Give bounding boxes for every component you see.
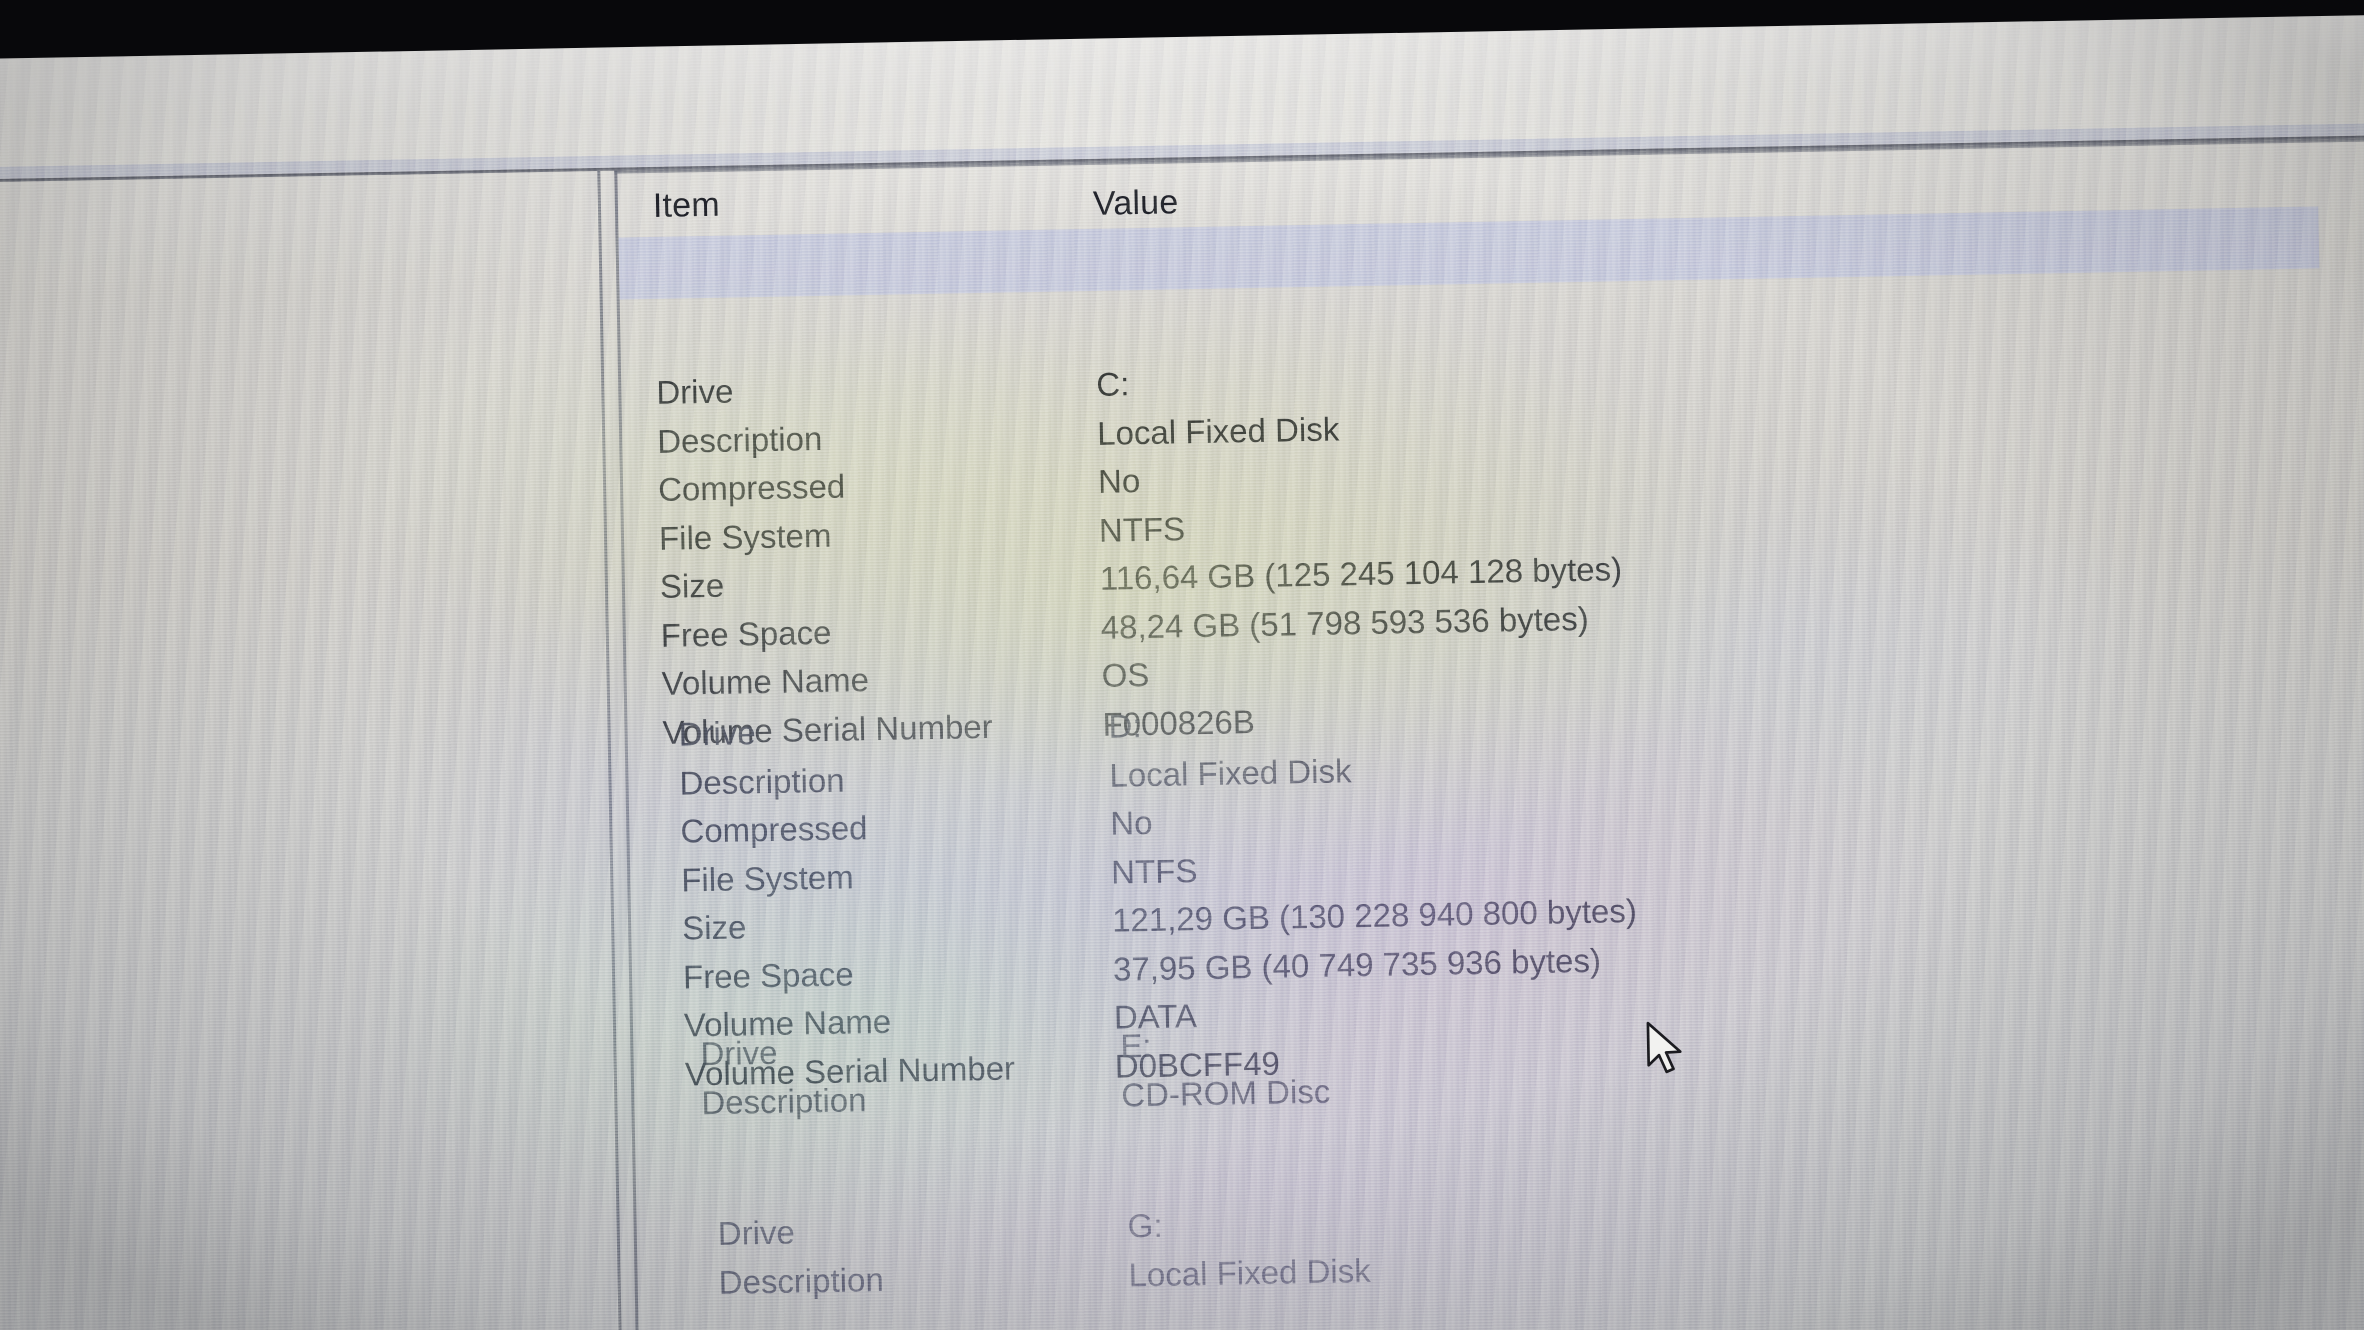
photographed-monitor: Item Value Drive C: Description Local Fixed… <box>0 0 2364 1330</box>
row-value: 37,95 GB (40 749 735 936 bytes) <box>1112 941 1602 988</box>
row-item-label: Compressed <box>657 467 846 508</box>
row-value: No <box>1097 462 1141 500</box>
row-value: G: <box>1127 1206 1163 1245</box>
row-value: NTFS <box>1098 509 1186 549</box>
row-item-label: Size <box>659 566 725 605</box>
row-value: CD-ROM Disc <box>1120 1072 1331 1114</box>
row-value: 48,24 GB (51 798 593 536 bytes) <box>1100 599 1590 646</box>
row-value: No <box>1109 803 1153 842</box>
row-item-label: Compressed <box>680 809 868 850</box>
row-value: Local Fixed Disk <box>1096 409 1340 452</box>
row-item-label: Free Space <box>660 613 832 654</box>
row-value: D: <box>1108 707 1142 745</box>
row-value: C: <box>1095 365 1130 403</box>
row-value: OS <box>1101 655 1150 694</box>
column-header-item[interactable]: Item <box>653 186 721 226</box>
row-item-label: File System <box>680 857 854 899</box>
column-header-value[interactable]: Value <box>1093 183 1179 224</box>
row-item-label: Drive <box>678 714 756 753</box>
row-item-label: Size <box>681 908 747 947</box>
row-item-label: Description <box>679 761 845 802</box>
row-item-label: Drive <box>700 1033 778 1073</box>
row-item-label: Volume Name <box>661 661 870 702</box>
row-item-label: Description <box>718 1260 885 1301</box>
system-information-window: Item Value Drive C: Description Local Fixed… <box>0 6 2364 1330</box>
row-item-label: File System <box>658 516 832 557</box>
row-value: Local Fixed Disk <box>1128 1251 1371 1293</box>
category-tree-pane[interactable] <box>0 171 626 1330</box>
row-value: Local Fixed Disk <box>1109 751 1352 794</box>
row-item-label: Drive <box>656 372 734 411</box>
row-item-label: Description <box>701 1080 867 1121</box>
row-item-label: Description <box>656 419 823 460</box>
row-value: NTFS <box>1110 851 1198 891</box>
row-value: E: <box>1120 1026 1152 1065</box>
row-item-label: Free Space <box>682 954 854 996</box>
row-item-label: Drive <box>717 1213 796 1252</box>
